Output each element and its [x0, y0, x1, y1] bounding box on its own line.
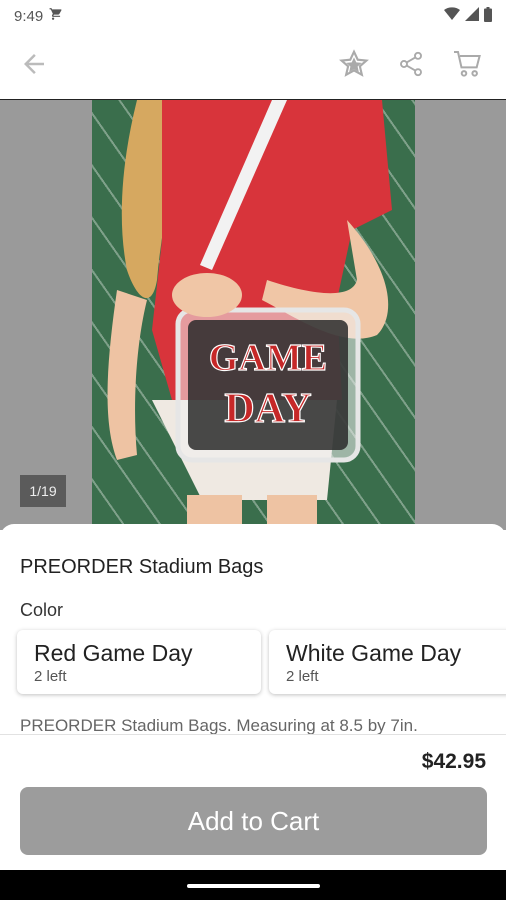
variant-option-white-game-day[interactable]: White Game Day 2 left [269, 630, 506, 694]
home-gesture-handle[interactable] [187, 884, 320, 888]
shopping-cart-icon [452, 48, 484, 85]
status-bar: 9:49 [0, 0, 506, 32]
variant-option-red-game-day[interactable]: Red Game Day 2 left [17, 630, 261, 694]
favorite-button[interactable] [334, 46, 374, 86]
variant-name: Red Game Day [34, 640, 193, 666]
variant-stock: 2 left [286, 668, 319, 685]
share-icon [397, 50, 425, 83]
product-title: PREORDER Stadium Bags [20, 556, 264, 578]
shopping-cart-notification-icon [49, 7, 63, 25]
back-arrow-icon [19, 49, 49, 84]
star-icon [338, 48, 370, 85]
status-time: 9:49 [14, 7, 44, 25]
system-navigation-bar [0, 870, 506, 900]
divider [0, 734, 506, 735]
bag-text-game: GAME [209, 337, 327, 379]
product-price: $42.95 [421, 750, 486, 773]
bag-text-day: DAY [224, 386, 311, 432]
cart-button[interactable] [448, 46, 488, 86]
add-to-cart-button[interactable]: Add to Cart [20, 787, 487, 855]
back-button[interactable] [14, 46, 54, 86]
share-button[interactable] [391, 46, 431, 86]
product-details-sheet: PREORDER Stadium Bags Color Red Game Day… [0, 524, 506, 870]
product-description: PREORDER Stadium Bags. Measuring at 8.5 … [20, 716, 418, 735]
wifi-icon [444, 7, 460, 25]
image-counter: 1/19 [20, 475, 66, 507]
product-image-carousel[interactable]: GAME DAY 1/19 [0, 100, 506, 530]
cell-signal-icon [465, 7, 479, 25]
top-toolbar [0, 32, 506, 100]
variant-name: White Game Day [286, 640, 462, 666]
product-photo: GAME DAY [92, 100, 415, 530]
variant-stock: 2 left [34, 668, 67, 685]
color-label: Color [20, 600, 64, 620]
battery-icon [484, 6, 492, 26]
